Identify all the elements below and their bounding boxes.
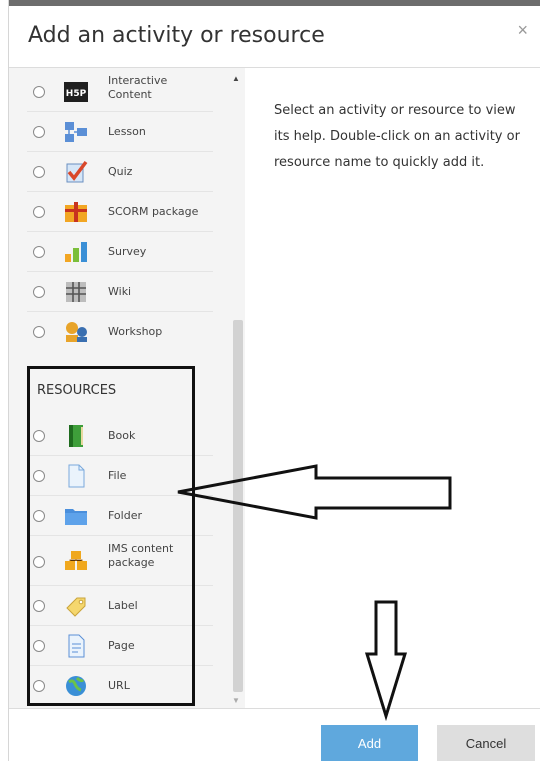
option-radio[interactable] [33, 126, 45, 138]
scrollbar-thumb[interactable] [233, 320, 243, 692]
option-label: Workshop [108, 325, 163, 338]
option-label: Lesson [108, 125, 146, 138]
add-button[interactable]: Add [321, 725, 418, 761]
dialog-title: Add an activity or resource [28, 23, 325, 48]
option-radio[interactable] [33, 86, 45, 98]
option-survey[interactable]: Survey [9, 232, 223, 272]
help-text: Select an activity or resource to view i… [274, 103, 520, 170]
workshop-icon [66, 322, 87, 342]
option-workshop[interactable]: Workshop [9, 312, 223, 352]
option-wiki[interactable]: Wiki [9, 272, 223, 312]
dialog-header: Add an activity or resource × [9, 6, 540, 68]
window-left-edge [0, 0, 9, 761]
scorm-icon [65, 202, 87, 222]
option-lesson[interactable]: Lesson [9, 112, 223, 152]
wiki-icon [66, 282, 86, 302]
option-interactive-content[interactable]: H5P Interactive Content [9, 72, 223, 112]
option-radio[interactable] [33, 206, 45, 218]
option-radio[interactable] [33, 166, 45, 178]
option-radio[interactable] [33, 286, 45, 298]
option-quiz[interactable]: Quiz [9, 152, 223, 192]
option-radio[interactable] [33, 246, 45, 258]
option-label: Interactive Content [108, 74, 168, 101]
scroll-up-icon[interactable]: ▲ [232, 74, 240, 83]
dialog-footer: Add Cancel [9, 708, 540, 768]
scroll-down-icon[interactable]: ▼ [232, 696, 240, 705]
svg-text:H5P: H5P [66, 89, 87, 99]
lesson-icon [65, 122, 87, 142]
option-label: Survey [108, 245, 147, 258]
quiz-icon [66, 160, 88, 183]
option-scorm[interactable]: SCORM package [9, 192, 223, 232]
h5p-icon: H5P [64, 82, 88, 102]
option-label: SCORM package [108, 205, 199, 218]
close-icon[interactable]: × [517, 20, 528, 41]
option-radio[interactable] [33, 326, 45, 338]
survey-icon [65, 242, 87, 262]
resources-highlight-box [27, 366, 195, 706]
option-label: Quiz [108, 165, 133, 178]
option-label: Wiki [108, 285, 132, 298]
cancel-button[interactable]: Cancel [437, 725, 535, 761]
